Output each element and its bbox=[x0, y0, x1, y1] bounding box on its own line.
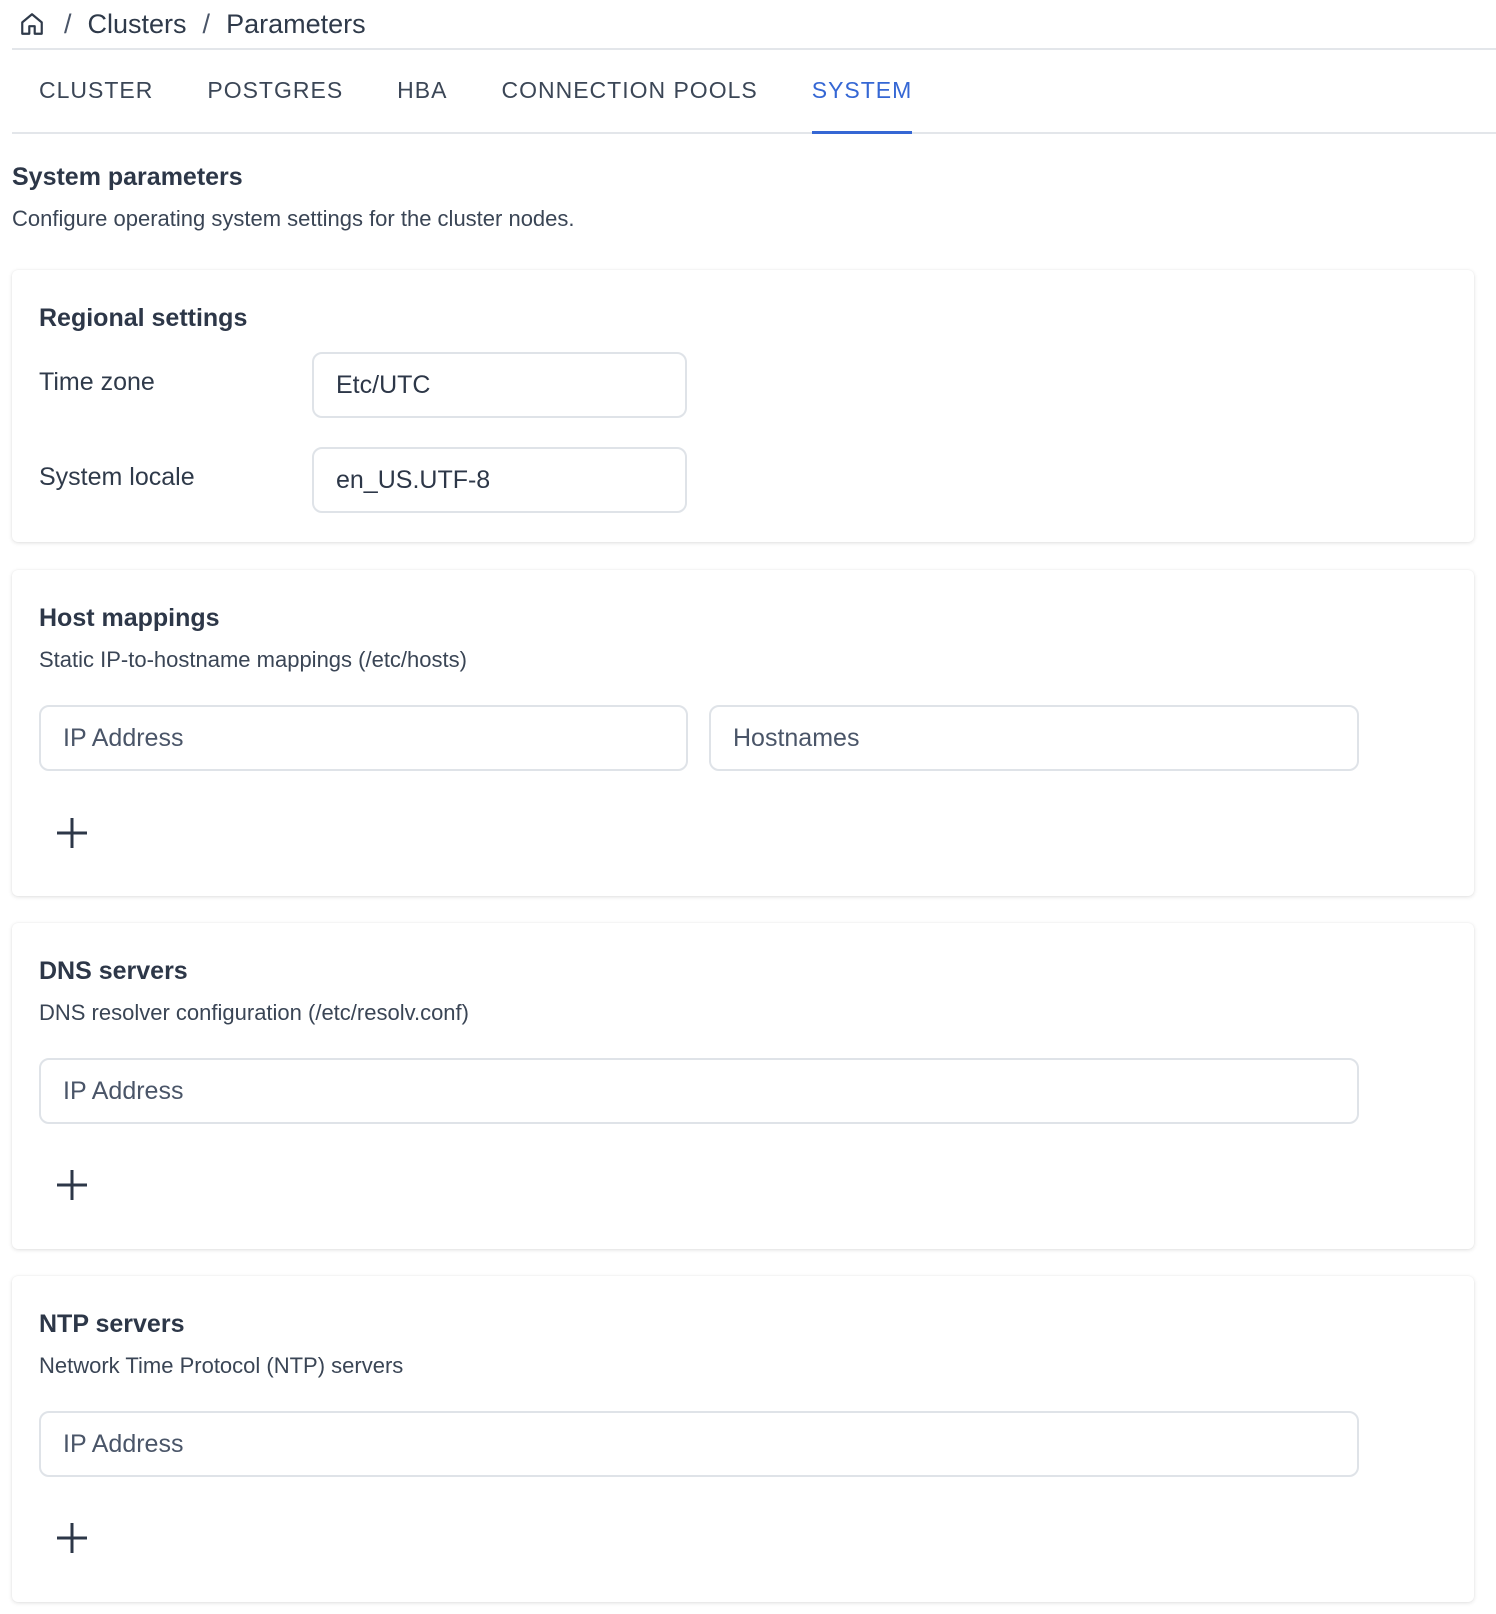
plus-icon bbox=[56, 817, 88, 852]
ntp-servers-title: NTP servers bbox=[39, 1310, 185, 1338]
page-subtitle: Configure operating system settings for … bbox=[12, 206, 575, 231]
dns-servers-description: DNS resolver configuration (/etc/resolv.… bbox=[39, 1000, 469, 1025]
breadcrumb-separator: / bbox=[202, 8, 211, 39]
breadcrumb: / Clusters / Parameters bbox=[12, 0, 1496, 50]
regional-settings-title: Regional settings bbox=[39, 304, 248, 332]
regional-settings-card: Regional settings Time zone System local… bbox=[12, 270, 1474, 542]
add-ntp-server-button[interactable] bbox=[52, 1519, 92, 1559]
host-mappings-card: Host mappings Static IP-to-hostname mapp… bbox=[12, 570, 1474, 896]
home-icon[interactable] bbox=[18, 10, 46, 38]
locale-label: System locale bbox=[39, 463, 195, 491]
breadcrumb-parameters: Parameters bbox=[226, 8, 366, 39]
ntp-ip-input[interactable] bbox=[39, 1411, 1359, 1477]
breadcrumb-separator: / bbox=[64, 8, 72, 39]
tab-cluster[interactable]: CLUSTER bbox=[39, 50, 153, 132]
add-dns-server-button[interactable] bbox=[52, 1166, 92, 1206]
tab-postgres[interactable]: POSTGRES bbox=[207, 50, 343, 132]
tab-hba[interactable]: HBA bbox=[397, 50, 447, 132]
dns-servers-card: DNS servers DNS resolver configuration (… bbox=[12, 923, 1474, 1249]
breadcrumb-clusters[interactable]: Clusters bbox=[88, 9, 187, 40]
dns-servers-title: DNS servers bbox=[39, 957, 188, 985]
tab-bar: CLUSTER POSTGRES HBA CONNECTION POOLS SY… bbox=[12, 50, 1496, 134]
timezone-input[interactable] bbox=[312, 352, 687, 418]
locale-input[interactable] bbox=[312, 447, 687, 513]
dns-ip-input[interactable] bbox=[39, 1058, 1359, 1124]
system-parameters-page: / Clusters / Parameters CLUSTER POSTGRES… bbox=[12, 0, 1496, 1602]
ntp-servers-description: Network Time Protocol (NTP) servers bbox=[39, 1353, 404, 1378]
timezone-label: Time zone bbox=[39, 368, 155, 396]
plus-icon bbox=[56, 1522, 88, 1557]
plus-icon bbox=[56, 1169, 88, 1204]
ntp-servers-card: NTP servers Network Time Protocol (NTP) … bbox=[12, 1276, 1474, 1602]
host-ip-input[interactable] bbox=[39, 705, 688, 771]
tab-connection-pools[interactable]: CONNECTION POOLS bbox=[501, 50, 757, 132]
page-title: System parameters bbox=[12, 163, 243, 191]
host-mappings-title: Host mappings bbox=[39, 604, 220, 632]
add-host-mapping-button[interactable] bbox=[52, 814, 92, 854]
tab-system[interactable]: SYSTEM bbox=[811, 50, 913, 134]
host-mappings-description: Static IP-to-hostname mappings (/etc/hos… bbox=[39, 647, 467, 672]
hostnames-input[interactable] bbox=[709, 705, 1359, 771]
